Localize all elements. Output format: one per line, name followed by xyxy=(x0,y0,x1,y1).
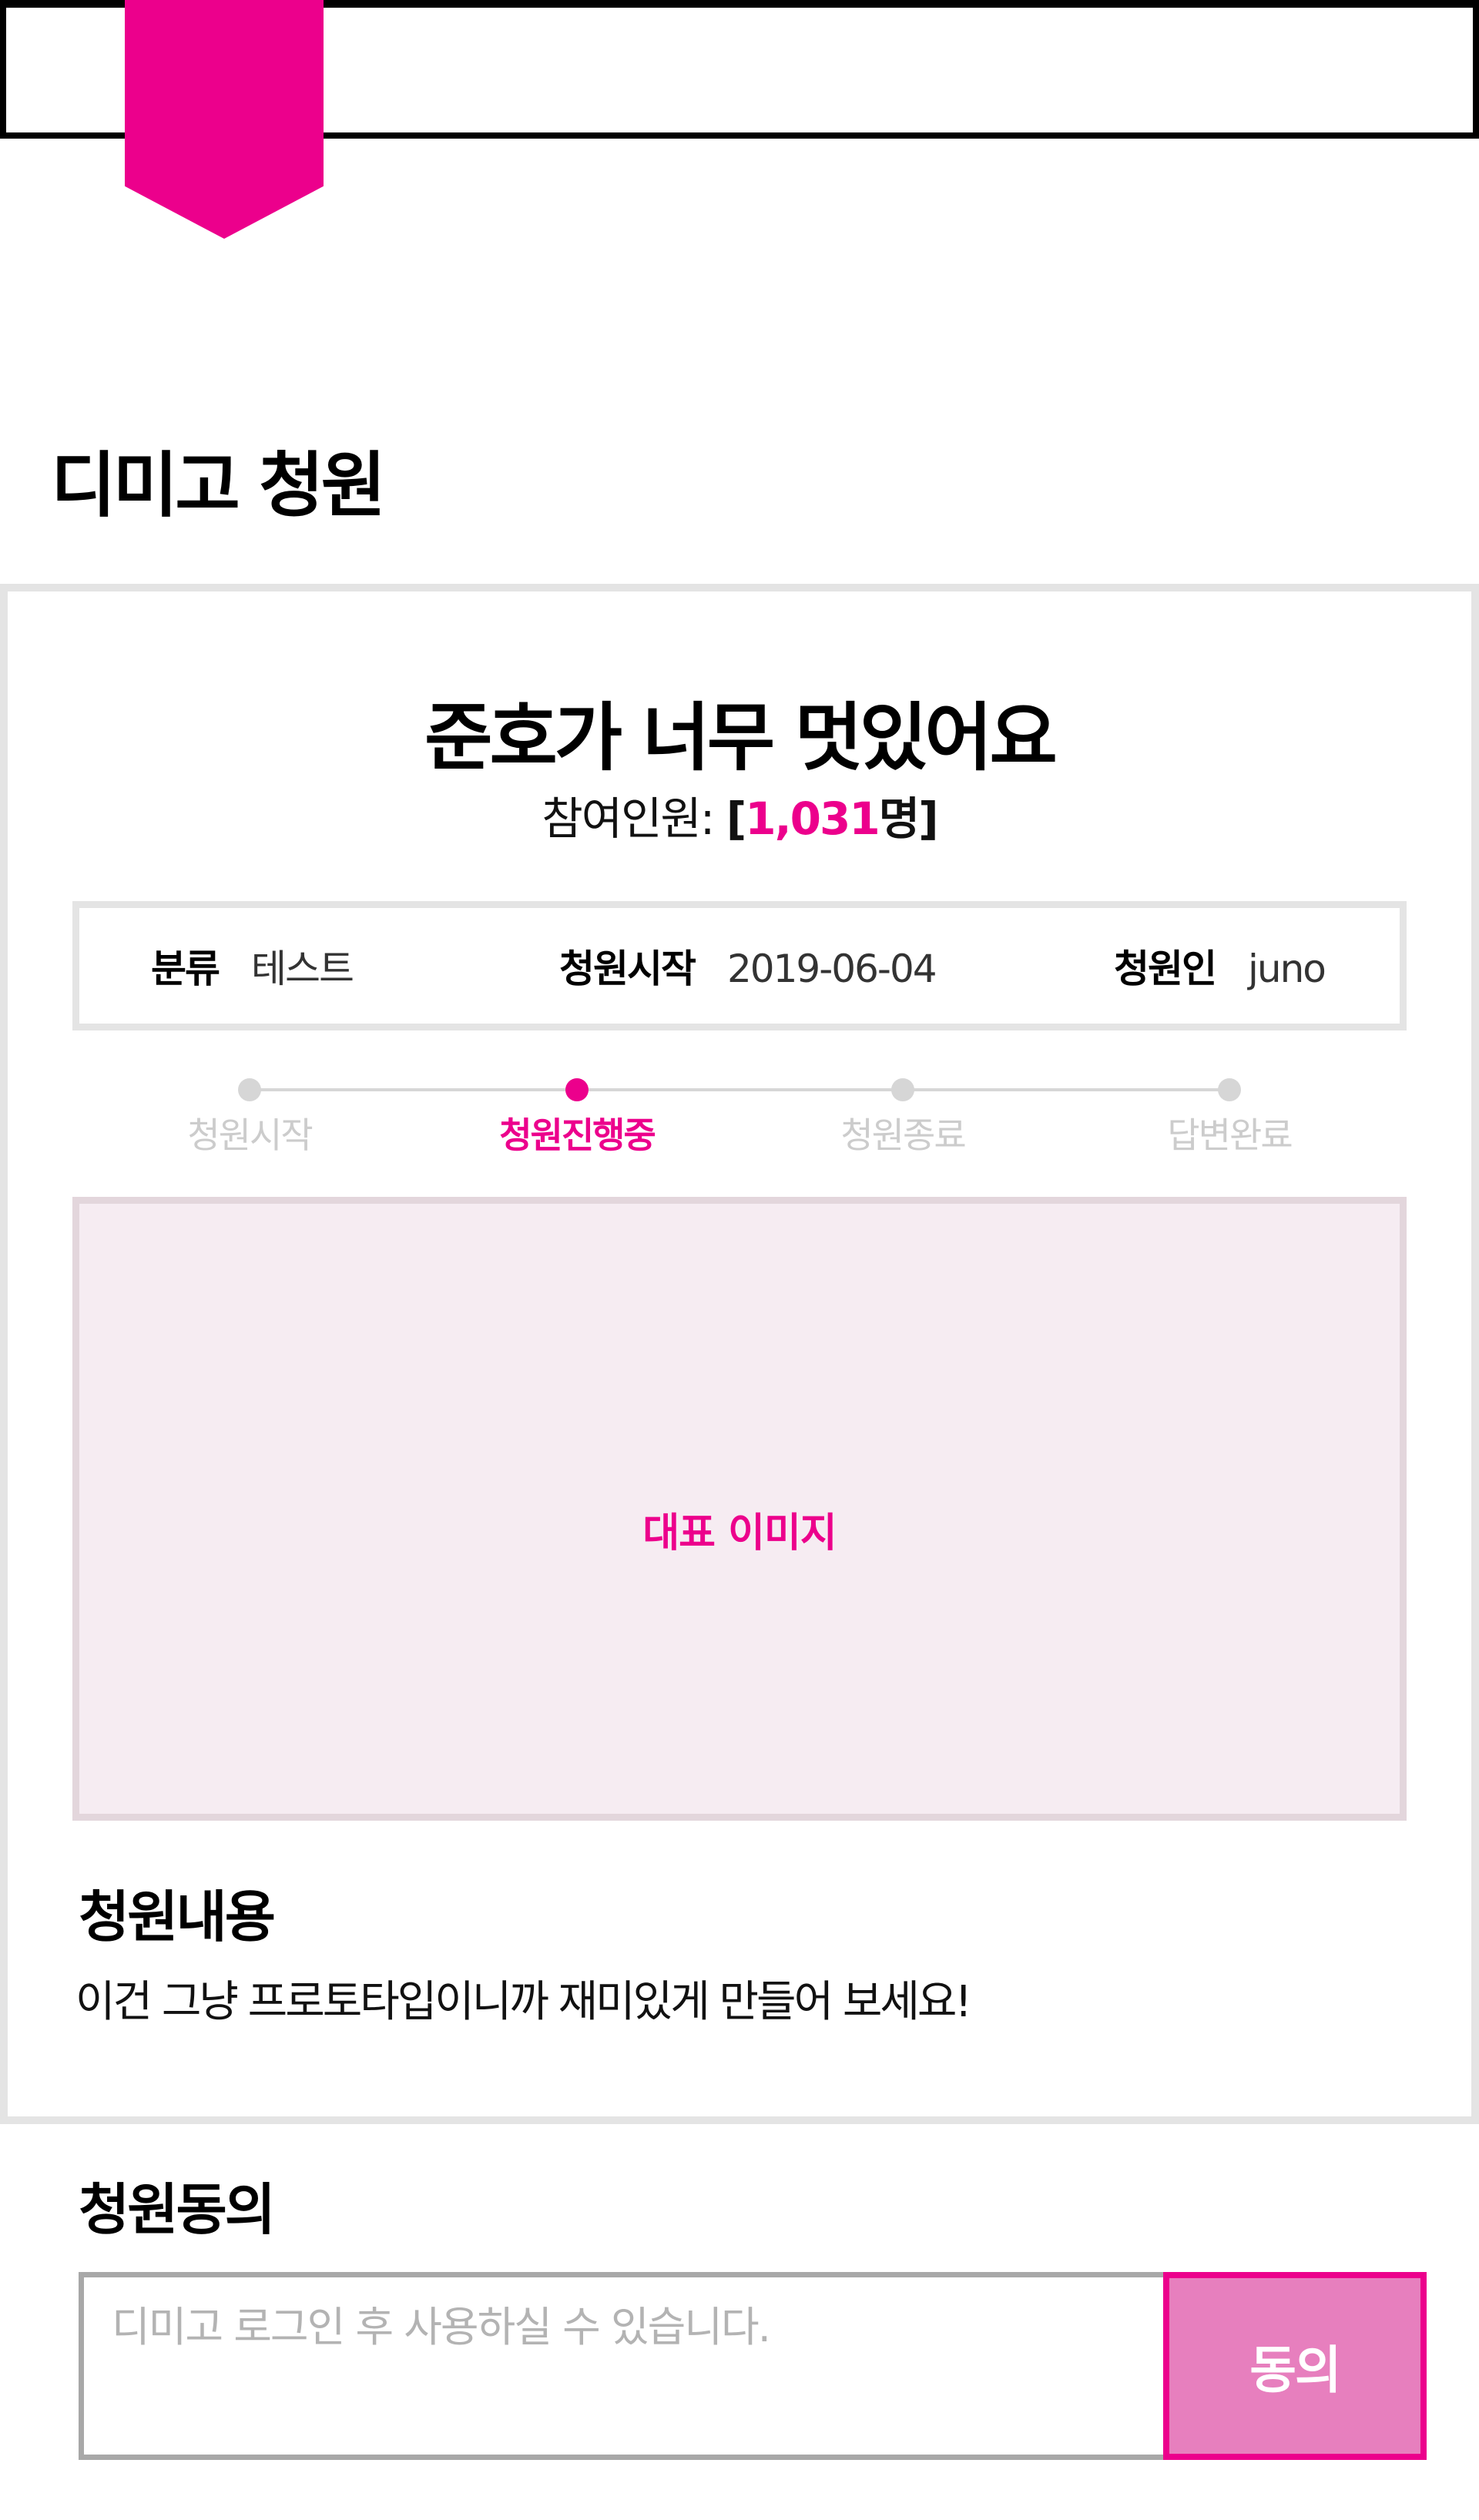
participants-open-bracket: [ xyxy=(726,793,746,845)
agree-section-title: 청원동의 xyxy=(79,2177,276,2242)
info-start-value: 2019-06-04 xyxy=(727,947,937,991)
representative-image-label: 대표 이미지 xyxy=(642,1510,837,1557)
agree-button[interactable]: 동의 xyxy=(1163,2272,1427,2460)
participants-count: 참여인원: [1,031명] xyxy=(0,782,1479,847)
content-section-title: 청원내용 xyxy=(79,1885,276,1949)
participants-number: 1,031 xyxy=(745,793,880,845)
info-category: 분류 테스트 xyxy=(151,946,354,992)
step-label-answered: 답변완료 xyxy=(1167,1114,1293,1156)
step-label-closed: 청원종료 xyxy=(840,1114,966,1156)
info-category-value: 테스트 xyxy=(251,947,354,991)
agree-comment-input[interactable] xyxy=(79,2272,1172,2460)
page-title: 디미고 청원 xyxy=(51,444,386,527)
participants-label: 참여인원: xyxy=(542,793,726,845)
step-label-in-progress: 청원진행중 xyxy=(499,1114,656,1156)
info-author-label: 청원인 xyxy=(1114,947,1217,991)
participants-close-bracket: ] xyxy=(918,793,938,845)
info-author: 청원인 juno xyxy=(1114,946,1326,992)
progress-line xyxy=(250,1088,1229,1091)
step-dot-start xyxy=(238,1078,261,1101)
step-label-start: 청원시작 xyxy=(187,1114,313,1156)
info-author-value: juno xyxy=(1248,947,1326,991)
petition-title: 준호가 너무 멋있어요 xyxy=(424,695,1058,781)
info-start-label: 청원시작 xyxy=(559,947,696,991)
info-start-date: 청원시작 2019-06-04 xyxy=(559,946,937,992)
info-category-label: 분류 xyxy=(151,947,220,991)
petition-content-text: 이건 그냥 프로토타입이니까 재미있게 만들어 보세요! xyxy=(75,1977,972,2027)
step-dot-in-progress xyxy=(565,1078,589,1101)
step-dot-closed xyxy=(891,1078,914,1101)
participants-unit: 명 xyxy=(878,793,920,845)
step-dot-answered xyxy=(1218,1078,1241,1101)
bookmark-ribbon-icon xyxy=(125,0,324,239)
